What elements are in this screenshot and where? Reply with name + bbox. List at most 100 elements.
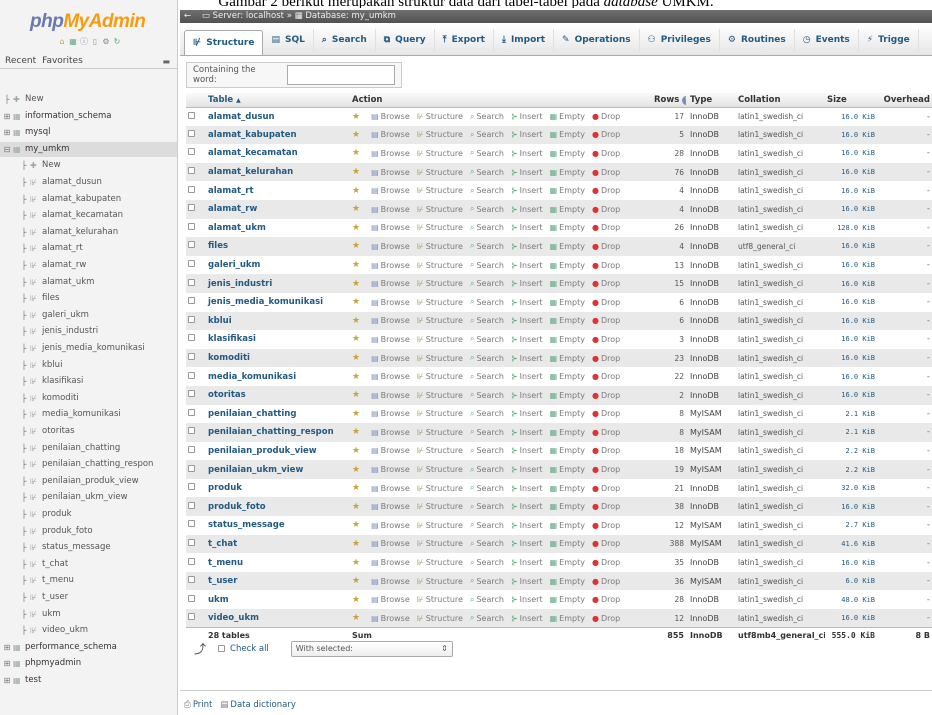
row-checkbox[interactable] [188, 334, 195, 342]
action-drop[interactable]: ● Drop [592, 372, 620, 381]
action-structure[interactable]: ⊮ Structure [417, 595, 463, 604]
action-insert[interactable]: ⊱ Insert [511, 428, 543, 437]
action-search[interactable]: ⌕ Search [470, 316, 504, 326]
favorite-star-icon[interactable]: ★ [352, 390, 360, 400]
action-browse[interactable]: ▤ Browse [371, 558, 410, 567]
table-name-link[interactable]: alamat_kecamatan [206, 144, 350, 163]
favorite-star-icon[interactable]: ★ [352, 167, 360, 177]
table-size[interactable]: 16.0 KiB [825, 274, 877, 293]
action-empty[interactable]: ▦ Empty [550, 186, 585, 195]
action-drop[interactable]: ● Drop [592, 335, 620, 344]
filter-input[interactable] [287, 65, 395, 85]
expand-icon[interactable]: ⊞ [3, 673, 11, 688]
action-empty[interactable]: ▦ Empty [550, 335, 585, 344]
favorite-star-icon[interactable]: ★ [352, 353, 360, 363]
action-drop[interactable]: ● Drop [592, 521, 620, 530]
favorite-star-icon[interactable]: ★ [352, 112, 360, 122]
nav-new[interactable]: ├ ✚ New [0, 92, 177, 107]
table-size[interactable]: 16.0 KiB [825, 609, 877, 628]
tab-privileges[interactable]: ⚇ Privileges [640, 28, 720, 51]
action-structure[interactable]: ⊮ Structure [417, 577, 463, 586]
favorite-star-icon[interactable]: ★ [352, 260, 360, 270]
table-name-link[interactable]: penilaian_ukm_view [206, 460, 350, 479]
header-overhead[interactable]: Overhead [877, 93, 932, 108]
header-collation[interactable]: Collation [736, 93, 825, 108]
action-empty[interactable]: ▦ Empty [550, 595, 585, 604]
action-empty[interactable]: ▦ Empty [550, 279, 585, 288]
nav-table[interactable]: ├ ⊮ penilaian_chatting [0, 441, 177, 456]
breadcrumb-database[interactable]: Database: my_umkm [305, 11, 396, 21]
action-structure[interactable]: ⊮ Structure [417, 372, 463, 381]
tab-structure[interactable]: ⊮ Structure [184, 29, 264, 55]
action-drop[interactable]: ● Drop [592, 465, 620, 474]
action-drop[interactable]: ● Drop [592, 223, 620, 232]
reload-icon[interactable]: ↻ [113, 38, 121, 46]
tab-export[interactable]: ⤒ Export [435, 28, 494, 51]
home-icon[interactable]: ⌂ [58, 38, 66, 46]
table-name-link[interactable]: alamat_kabupaten [206, 125, 350, 145]
favorite-star-icon[interactable]: ★ [352, 539, 360, 549]
table-size[interactable]: 41.6 KiB [825, 534, 877, 554]
row-checkbox[interactable] [188, 260, 195, 268]
action-empty[interactable]: ▦ Empty [550, 261, 585, 270]
nav-table[interactable]: ├ ⊮ t_menu [0, 573, 177, 588]
action-empty[interactable]: ▦ Empty [550, 205, 585, 214]
action-structure[interactable]: ⊮ Structure [417, 465, 463, 474]
favorite-star-icon[interactable]: ★ [352, 409, 360, 419]
row-checkbox[interactable] [188, 520, 195, 528]
tab-trigge[interactable]: ⚡ Trigge [859, 28, 919, 51]
table-size[interactable]: 16.0 KiB [825, 497, 877, 517]
table-name-link[interactable]: alamat_dusun [206, 107, 350, 126]
nav-table[interactable]: ├ ⊮ alamat_rw [0, 258, 177, 273]
action-drop[interactable]: ● Drop [592, 446, 620, 455]
action-drop[interactable]: ● Drop [592, 428, 620, 437]
print-link[interactable]: ⎙ Print [184, 700, 212, 710]
action-structure[interactable]: ⊮ Structure [417, 484, 463, 493]
favorite-star-icon[interactable]: ★ [352, 297, 360, 307]
table-name-link[interactable]: alamat_rw [206, 199, 350, 219]
favorite-star-icon[interactable]: ★ [352, 148, 360, 158]
action-search[interactable]: ⌕ Search [470, 223, 504, 233]
favorite-star-icon[interactable]: ★ [352, 576, 360, 586]
table-size[interactable]: 16.0 KiB [825, 181, 877, 200]
table-size[interactable]: 16.0 KiB [825, 199, 877, 219]
table-size[interactable]: 2.1 KiB [825, 404, 877, 424]
nav-database[interactable]: ⊞ ▦ phpmyadmin [0, 656, 177, 671]
action-drop[interactable]: ● Drop [592, 242, 620, 251]
action-structure[interactable]: ⊮ Structure [417, 409, 463, 418]
table-size[interactable]: 16.0 KiB [825, 553, 877, 572]
action-insert[interactable]: ⊱ Insert [511, 186, 543, 195]
table-name-link[interactable]: ukm [206, 590, 350, 610]
action-empty[interactable]: ▦ Empty [550, 484, 585, 493]
favorite-star-icon[interactable]: ★ [352, 186, 360, 196]
expand-icon[interactable]: ⊞ [3, 109, 11, 124]
action-drop[interactable]: ● Drop [592, 168, 620, 177]
action-structure[interactable]: ⊮ Structure [417, 223, 463, 232]
action-browse[interactable]: ▤ Browse [371, 335, 410, 344]
nav-table[interactable]: ├ ⊮ video_ukm [0, 623, 177, 638]
action-browse[interactable]: ▤ Browse [371, 354, 410, 363]
action-insert[interactable]: ⊱ Insert [511, 335, 543, 344]
action-browse[interactable]: ▤ Browse [371, 446, 410, 455]
action-browse[interactable]: ▤ Browse [371, 502, 410, 511]
action-empty[interactable]: ▦ Empty [550, 521, 585, 530]
header-table[interactable]: Table ▲ [206, 93, 350, 108]
table-size[interactable]: 48.0 KiB [825, 590, 877, 610]
favorite-star-icon[interactable]: ★ [352, 223, 360, 233]
favorite-star-icon[interactable]: ★ [352, 502, 360, 512]
table-size[interactable]: 32.0 KiB [825, 478, 877, 498]
favorite-star-icon[interactable]: ★ [352, 372, 360, 382]
nav-table[interactable]: ├ ⊮ penilaian_chatting_respon [0, 457, 177, 472]
favorite-star-icon[interactable]: ★ [352, 520, 360, 530]
action-empty[interactable]: ▦ Empty [550, 558, 585, 567]
row-checkbox[interactable] [188, 148, 195, 156]
action-browse[interactable]: ▤ Browse [371, 391, 410, 400]
action-insert[interactable]: ⊱ Insert [511, 298, 543, 307]
table-size[interactable]: 16.0 KiB [825, 162, 877, 182]
table-name-link[interactable]: penilaian_chatting [206, 404, 350, 424]
action-search[interactable]: ⌕ Search [470, 167, 504, 177]
action-empty[interactable]: ▦ Empty [550, 614, 585, 623]
nav-table[interactable]: ├ ⊮ alamat_kecamatan [0, 208, 177, 223]
action-structure[interactable]: ⊮ Structure [417, 521, 463, 530]
table-name-link[interactable]: produk [206, 478, 350, 498]
